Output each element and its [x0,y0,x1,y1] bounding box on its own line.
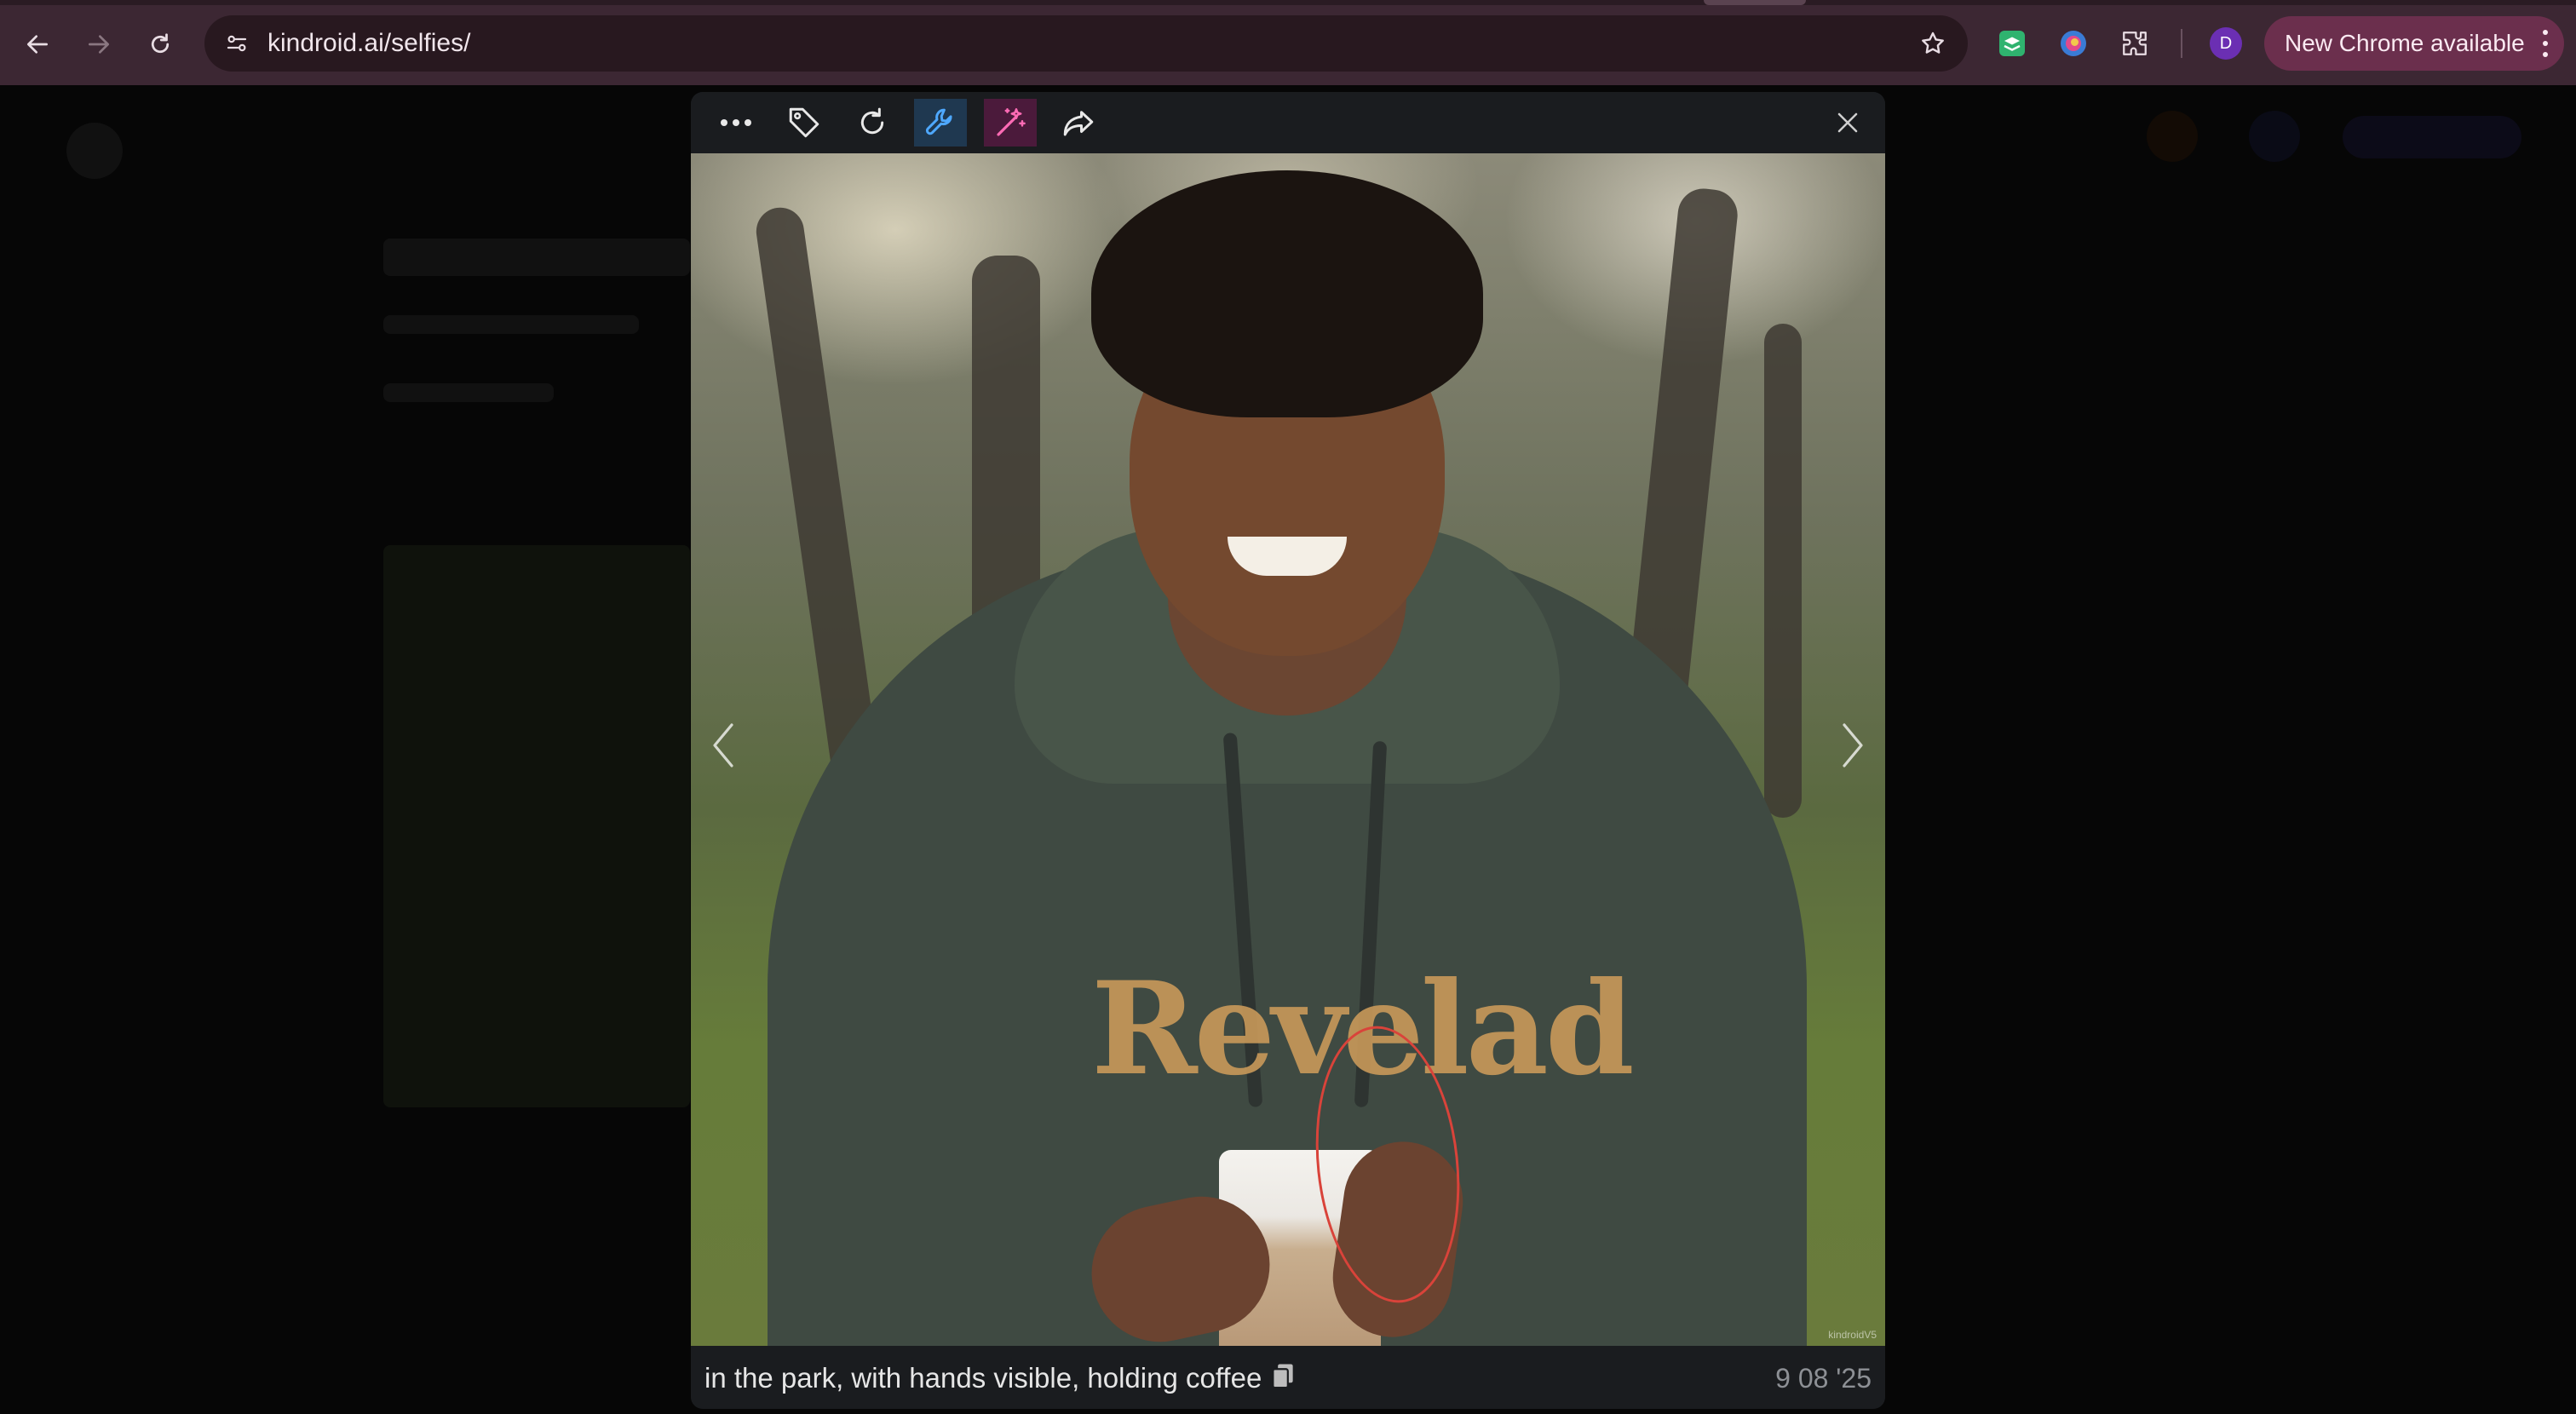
arrow-right-icon [89,35,109,54]
next-image-button[interactable] [1836,716,1870,775]
extension-orb-icon[interactable] [2055,25,2092,62]
hair [1091,170,1483,417]
close-button[interactable] [1829,104,1866,141]
caption-bar: in the park, with hands visible, holding… [691,1346,1885,1409]
refresh-icon [860,107,884,135]
image-date: 9 08 '25 [1775,1363,1872,1394]
backdrop-button [2343,116,2521,158]
backdrop-avatar [2147,111,2198,162]
tag-icon [789,107,819,138]
previous-image-button[interactable] [706,716,740,775]
tag-button[interactable] [778,99,831,147]
backdrop-heading [383,239,690,276]
backdrop-avatar [2249,111,2300,162]
chevron-right-icon [1843,723,1863,767]
tab-remnant [1704,0,1806,5]
forward-button[interactable] [75,20,123,68]
backdrop-text [383,383,554,402]
watermark: kindroidV5 [1828,1329,1877,1341]
close-icon [1837,112,1858,133]
backdrop-logo [66,123,123,179]
regenerate-button[interactable] [846,99,899,147]
reload-button[interactable] [136,20,184,68]
kebab-menu-icon[interactable] [2542,30,2549,57]
copy-icon[interactable] [1270,1363,1296,1398]
more-icon [721,119,751,126]
reload-icon [151,33,170,54]
address-bar[interactable]: kindroid.ai/selfies/ [204,15,1968,72]
browser-chrome: kindroid.ai/selfies/ D New Chrome availa… [0,0,2576,85]
share-button[interactable] [1052,99,1105,147]
arrow-left-icon [27,35,48,54]
magic-enhance-button[interactable] [984,99,1037,147]
tab-strip [0,0,2576,5]
caption: in the park, with hands visible, holding… [704,1361,1296,1398]
chrome-update-label: New Chrome available [2285,30,2525,56]
backdrop-text [383,315,639,334]
viewer-toolbar [691,92,1885,153]
chrome-update-button[interactable]: New Chrome available [2264,16,2564,71]
tree-trunk [1764,324,1802,818]
caption-text: in the park, with hands visible, holding… [704,1362,1262,1394]
selfie-image: Revelad kindroidV5 [691,153,1885,1346]
more-options-button[interactable] [710,99,762,147]
site-info-icon[interactable] [220,26,254,60]
share-icon [1063,111,1094,136]
url-text[interactable]: kindroid.ai/selfies/ [267,27,470,60]
selfie-viewer-modal: Revelad kindroidV5 in the park, with han… [691,92,1885,1409]
back-button[interactable] [14,20,61,68]
wrench-icon [925,108,952,135]
backdrop-image [383,545,690,1107]
chevron-left-icon [713,723,733,767]
edit-tools-button[interactable] [914,99,967,147]
extensions-puzzle-icon[interactable] [2116,25,2153,62]
extension-layers-icon[interactable] [1993,25,2031,62]
toolbar-divider [2181,29,2182,58]
magic-wand-icon [997,108,1026,136]
bookmark-star-icon[interactable] [1915,26,1951,61]
profile-avatar[interactable]: D [2210,27,2242,60]
